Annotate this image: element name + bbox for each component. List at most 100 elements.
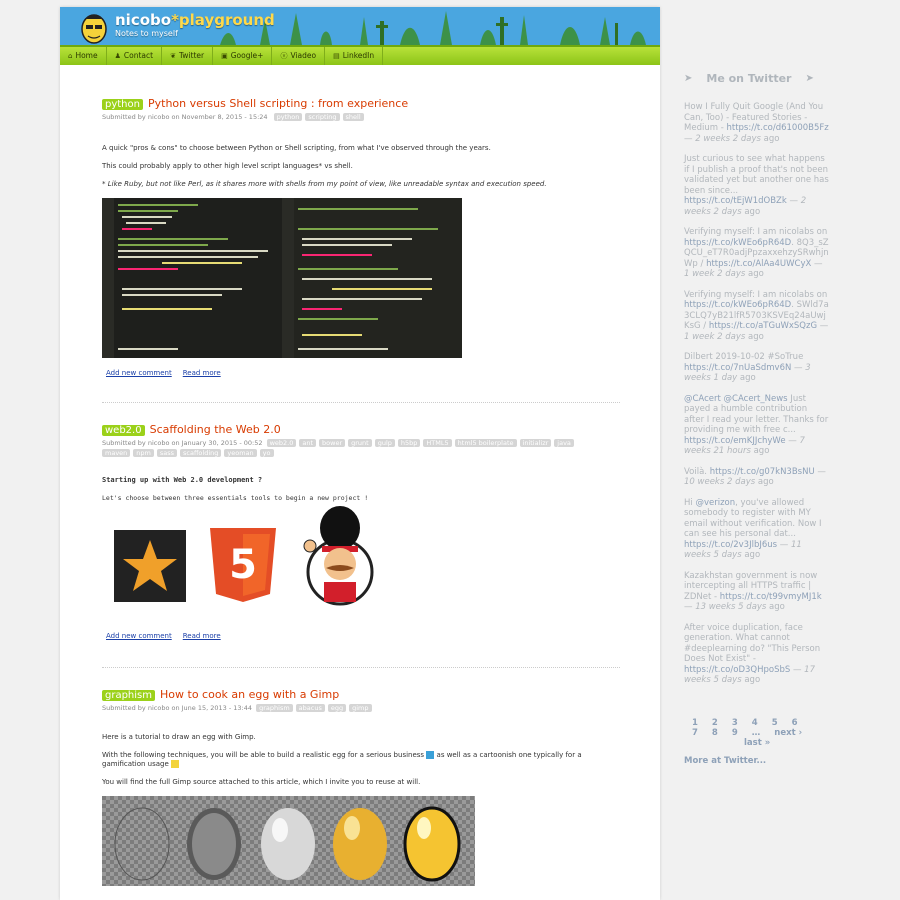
nav-item-viadeo[interactable]: ⓥ Viadeo [272, 47, 326, 65]
post-title-text: How to cook an egg with a Gimp [160, 688, 340, 701]
nav-label: Google+ [230, 51, 264, 60]
category-badge[interactable]: web2.0 [102, 425, 145, 436]
tweet-link[interactable]: https://t.co/oD3QHpoSbS [684, 665, 790, 675]
pager-link[interactable]: 5 [772, 718, 778, 728]
nav-label: Home [75, 51, 98, 60]
pager-link[interactable]: 1 [692, 718, 698, 728]
html5-logo: 5 [210, 528, 276, 602]
tag-chip[interactable]: scripting [305, 113, 340, 121]
category-badge[interactable]: graphism [102, 690, 156, 701]
tweet: @CAcert @CAcert_News Just payed a humble… [684, 393, 829, 457]
site-name[interactable]: nicobo*playground [115, 11, 275, 29]
post-title[interactable]: python Python versus Shell scripting : fr… [102, 97, 622, 110]
tool-logos: 5 [102, 506, 622, 612]
page-column: nicobo*playground Notes to myself ⌂ Home … [60, 7, 660, 900]
tweet-link[interactable]: https://t.co/g07kN3BsNU [710, 467, 815, 477]
post-paragraph: * Like Ruby, but not like Perl, as it sh… [102, 180, 547, 188]
google-plus-icon: ▣ [221, 52, 228, 60]
yeoman-logo [303, 506, 374, 606]
add-comment-link[interactable]: Add new comment [106, 632, 172, 640]
tweet-age: 13 weeks 5 days [695, 602, 767, 612]
tweet-link[interactable]: https://t.co/kWEo6pR64D [684, 300, 791, 310]
tweet: Verifying myself: I am nicolabs on https… [684, 227, 829, 279]
post-submitted: Submitted by nicobo on November 8, 2015 … [102, 113, 268, 121]
tag-chip[interactable]: shell [342, 113, 364, 121]
nav-item-linkedin[interactable]: ▤ LinkedIn [325, 47, 384, 65]
tweet-link[interactable]: https://t.co/emKJJchyWe [684, 436, 786, 446]
tag-chip[interactable]: scaffolding [180, 449, 222, 457]
tag-chip[interactable]: initializr [519, 439, 552, 447]
category-badge[interactable]: python [102, 99, 143, 110]
tweet-link[interactable]: https://t.co/7nUaSdmv6N [684, 363, 791, 373]
tag-chip[interactable]: bower [319, 439, 346, 447]
pager-link[interactable]: 7 [692, 728, 698, 738]
post-title[interactable]: graphism How to cook an egg with a Gimp [102, 688, 622, 701]
sidebar-title-text: Me on Twitter [706, 72, 792, 85]
nav-item-google-plus[interactable]: ▣ Google+ [213, 47, 273, 65]
tweet-link[interactable]: https://t.co/kWEo6pR64D [684, 238, 791, 248]
tweet-age: 10 weeks 2 days [684, 477, 756, 487]
pager-last[interactable]: last » [744, 738, 770, 748]
tag-chip[interactable]: web2.0 [266, 439, 297, 447]
nav-item-twitter[interactable]: ❦ Twitter [162, 47, 214, 65]
nav-item-home[interactable]: ⌂ Home [60, 47, 107, 65]
tag-chip[interactable]: abacus [295, 704, 325, 712]
tag-chip[interactable]: npm [133, 449, 154, 457]
read-more-link[interactable]: Read more [183, 632, 221, 640]
pager-link[interactable]: 9 [732, 728, 738, 738]
mention-link[interactable]: @CAcert [684, 394, 721, 404]
viadeo-icon: ⓥ [280, 52, 288, 60]
tag-chip[interactable]: maven [102, 449, 131, 457]
tweet: Hi @verizon, you've allowed somebody to … [684, 497, 822, 561]
tag-chip[interactable]: python [273, 113, 303, 121]
tag-chip[interactable]: graphism [256, 704, 293, 712]
more-twitter-link[interactable]: More at Twitter... [684, 756, 894, 766]
tweet-link[interactable]: https://t.co/2v3JlbJ6us [684, 540, 777, 550]
tag-chip[interactable]: html5 boilerplate [454, 439, 517, 447]
tweet-link[interactable]: https://t.co/AlAa4UWCyX [706, 259, 811, 269]
pager-link[interactable]: 8 [712, 728, 718, 738]
twitter-bird-icon: ➤ [805, 73, 814, 84]
tag-chip[interactable]: grunt [348, 439, 372, 447]
post-meta: Submitted by nicobo on June 15, 2013 - 1… [102, 703, 622, 713]
post-body: Starting up with Web 2.0 development ? L… [102, 476, 622, 503]
tag-chip[interactable]: gimp [349, 704, 372, 712]
tweet: Voilà. https://t.co/g07kN3BsNU — 10 week… [684, 466, 826, 488]
nav-label: Twitter [178, 51, 205, 60]
tweet-link[interactable]: https://t.co/t99vmyMJ1k [720, 592, 822, 602]
pager-link[interactable]: 4 [752, 718, 758, 728]
post-web20: web2.0 Scaffolding the Web 2.0 Submitted … [102, 423, 622, 640]
twitter-bird-icon: ➤ [684, 73, 693, 84]
pager-next[interactable]: next › [774, 728, 802, 738]
tweet-link[interactable]: https://t.co/tEjW1dOBZk [684, 196, 787, 206]
tweet-age: 1 week 2 days [684, 331, 746, 342]
tag-chip[interactable]: yeoman [224, 449, 257, 457]
tag-chip[interactable]: sass [156, 449, 178, 457]
egg-tutorial-image [102, 796, 475, 886]
tag-chip[interactable]: h5bp [397, 439, 421, 447]
pager-link[interactable]: 3 [732, 718, 738, 728]
mention-link[interactable]: @CAcert_News [724, 394, 788, 404]
tweet: Kazakhstan government is now interceptin… [684, 570, 822, 613]
tag-chip[interactable]: yo [259, 449, 274, 457]
tag-chip[interactable]: java [554, 439, 574, 447]
read-more-link[interactable]: Read more [183, 369, 221, 377]
nav-item-contact[interactable]: ♟ Contact [107, 47, 163, 65]
main-nav: ⌂ Home ♟ Contact ❦ Twitter ▣ Google+ ⓥ Viadeo… [60, 45, 660, 65]
tag-chip[interactable]: HTML5 [423, 439, 452, 447]
tag-chip[interactable]: gulp [374, 439, 395, 447]
post-meta: Submitted by nicobo on November 8, 2015 … [102, 112, 622, 122]
mention-link[interactable]: @verizon [695, 498, 735, 508]
site-name-part2: playground [178, 11, 275, 29]
tweet-link[interactable]: https://t.co/d61000B5Fz [726, 123, 828, 133]
pager-link[interactable]: 6 [792, 718, 798, 728]
pager: 1 2 3 4 5 6 7 8 9 … next › last » [684, 718, 829, 748]
tag-chip[interactable]: ant [299, 439, 317, 447]
avatar [81, 14, 107, 44]
pager-link[interactable]: 2 [712, 718, 718, 728]
add-comment-link[interactable]: Add new comment [106, 369, 172, 377]
post-separator [102, 667, 620, 668]
tag-chip[interactable]: egg [327, 704, 347, 712]
post-title[interactable]: web2.0 Scaffolding the Web 2.0 [102, 423, 622, 436]
tweet-link[interactable]: https://t.co/aTGuWxSQzG [709, 321, 817, 331]
